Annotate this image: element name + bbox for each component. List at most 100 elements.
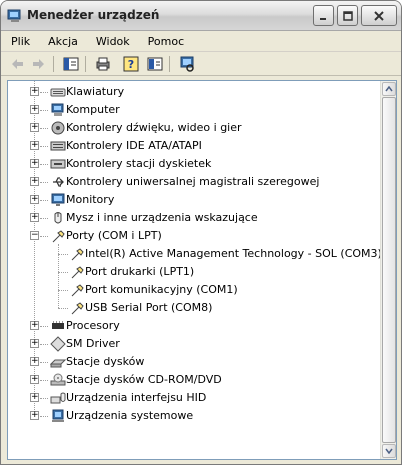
tree-item-label: Stacje dysków CD-ROM/DVD [66,373,222,386]
expand-icon[interactable]: + [30,393,39,402]
menu-view[interactable]: Widok [94,35,132,48]
tree-item-label: Mysz i inne urządzenia wskazujące [66,211,258,224]
tree-item-label: Procesory [66,319,120,332]
tree-item-label: Stacje dysków [66,355,145,368]
expand-icon[interactable]: + [30,87,39,96]
window-title: Menedżer urządzeń [27,8,160,22]
port-icon [71,248,84,261]
expand-icon[interactable]: + [30,339,39,348]
computer-icon [51,103,64,116]
tree-category-kontrolery-uniwersalnej-magistrali-szeregowej[interactable]: + Kontrolery uniwersalnej magistrali szer… [8,173,378,191]
processor-icon [52,321,64,329]
port-icon [71,302,84,315]
sm-driver-icon [50,336,66,352]
chevron-up-icon [385,86,393,92]
tree-category-komputer[interactable]: + Komputer [8,101,378,119]
title-bar[interactable]: Menedżer urządzeń [1,1,401,31]
system-devices-icon [52,409,64,422]
tree-item-label: Port komunikacyjny (COM1) [85,283,238,296]
tree-item-label: SM Driver [66,337,120,350]
sound-video-icon [51,121,65,135]
tree-connector [58,308,68,309]
tree-item-label: Porty (COM i LPT) [66,229,162,242]
expand-icon[interactable]: + [30,141,39,150]
tree-category-urzadzenia-interfejsu-hid[interactable]: + Urządzenia interfejsu HID [8,389,378,407]
expand-icon[interactable]: + [30,213,39,222]
expand-icon[interactable]: + [30,321,39,330]
tree-category-monitory[interactable]: + Monitory [8,191,378,209]
usb-icon [53,177,64,187]
scan-hardware-icon[interactable] [179,56,195,72]
tree-connector [58,272,68,273]
tree-category-urzadzenia-systemowe[interactable]: + Urządzenia systemowe [8,407,378,425]
scroll-up-button[interactable] [382,82,396,96]
expand-icon[interactable]: + [30,123,39,132]
mouse-icon [54,212,62,224]
chevron-down-icon [385,448,393,454]
floppy-controller-icon [50,159,66,169]
scroll-down-button[interactable] [382,444,396,458]
toolbar: ? [1,52,401,76]
keyboard-icon [50,88,66,97]
menu-file[interactable]: Plik [9,35,32,48]
console-tree-icon[interactable] [63,56,79,72]
properties-icon[interactable] [147,56,163,72]
minimize-button[interactable] [313,5,334,26]
tree-item-label: Urządzenia systemowe [66,409,194,422]
menu-bar: Plik Akcja Widok Pomoc [1,31,401,52]
expand-icon[interactable]: + [30,177,39,186]
tree-category-procesory[interactable]: + Procesory [8,317,378,335]
tree-connector [58,290,68,291]
tree-category-porty-com-i-lpt[interactable]: − Porty (COM i LPT) [8,227,378,245]
tree-connector [58,254,68,255]
toolbar-separator [169,56,170,72]
back-icon[interactable] [9,56,25,72]
monitor-icon [51,193,65,206]
port-icon [71,266,84,279]
ide-controller-icon [50,141,66,151]
svg-text:?: ? [128,58,134,71]
tree-category-stacje-dyskow[interactable]: + Stacje dysków [8,353,378,371]
maximize-icon [342,10,353,21]
computer-icon [7,9,21,22]
disk-drive-icon [50,359,66,368]
tree-category-stacje-dyskow-cd-rom-dvd[interactable]: + Stacje dysków CD-ROM/DVD [8,371,378,389]
expand-icon[interactable]: + [30,411,39,420]
expand-icon[interactable]: + [30,357,39,366]
toolbar-separator [53,56,54,72]
tree-item-label: Kontrolery stacji dyskietek [66,157,212,170]
tree-category-kontrolery-dzwieku-wideo-i-gier[interactable]: + Kontrolery dźwięku, wideo i gier [8,119,378,137]
help-icon[interactable]: ? [123,56,139,72]
expand-icon[interactable]: + [30,375,39,384]
device-manager-window: Menedżer urządzeń Plik Akcja Widok Pomoc [0,0,402,465]
printer-icon[interactable] [95,56,111,72]
expand-icon[interactable]: + [30,195,39,204]
tree-item-label: Intel(R) Active Management Technology - … [85,247,382,260]
device-tree: + Klawiatury + Komputer + Kontrolery dźwięku,… [8,81,382,459]
tree-item-label: Kontrolery dźwięku, wideo i gier [66,121,242,134]
device-tree-view[interactable]: + Klawiatury + Komputer + Kontrolery dźwięku,… [7,80,397,460]
menu-help[interactable]: Pomoc [146,35,186,48]
tree-item-label: Komputer [66,103,120,116]
tree-category-klawiatury[interactable]: + Klawiatury [8,83,378,101]
menu-action[interactable]: Akcja [46,35,80,48]
hid-icon [50,392,66,404]
toolbar-separator [85,56,86,72]
tree-item-label: Urządzenia interfejsu HID [66,391,207,404]
expand-icon[interactable]: + [30,105,39,114]
tree-item-label: Port drukarki (LPT1) [85,265,195,278]
forward-icon[interactable] [31,56,47,72]
tree-item-label: Klawiatury [66,85,125,98]
vertical-scrollbar[interactable] [380,81,396,459]
tree-category-kontrolery-ide-ata-atapi[interactable]: + Kontrolery IDE ATA/ATAPI [8,137,378,155]
expand-icon[interactable]: + [30,159,39,168]
tree-category-mysz-i-inne-urzadzenia-wskazujace[interactable]: + Mysz i inne urządzenia wskazujące [8,209,378,227]
maximize-button[interactable] [337,5,358,26]
close-button[interactable] [361,5,397,26]
tree-category-kontrolery-stacji-dyskietek[interactable]: + Kontrolery stacji dyskietek [8,155,378,173]
scroll-thumb[interactable] [382,97,396,443]
collapse-icon[interactable]: − [30,231,39,240]
tree-item-label: USB Serial Port (COM8) [85,301,213,314]
tree-category-sm-driver[interactable]: + SM Driver [8,335,378,353]
tree-item-label: Monitory [66,193,115,206]
